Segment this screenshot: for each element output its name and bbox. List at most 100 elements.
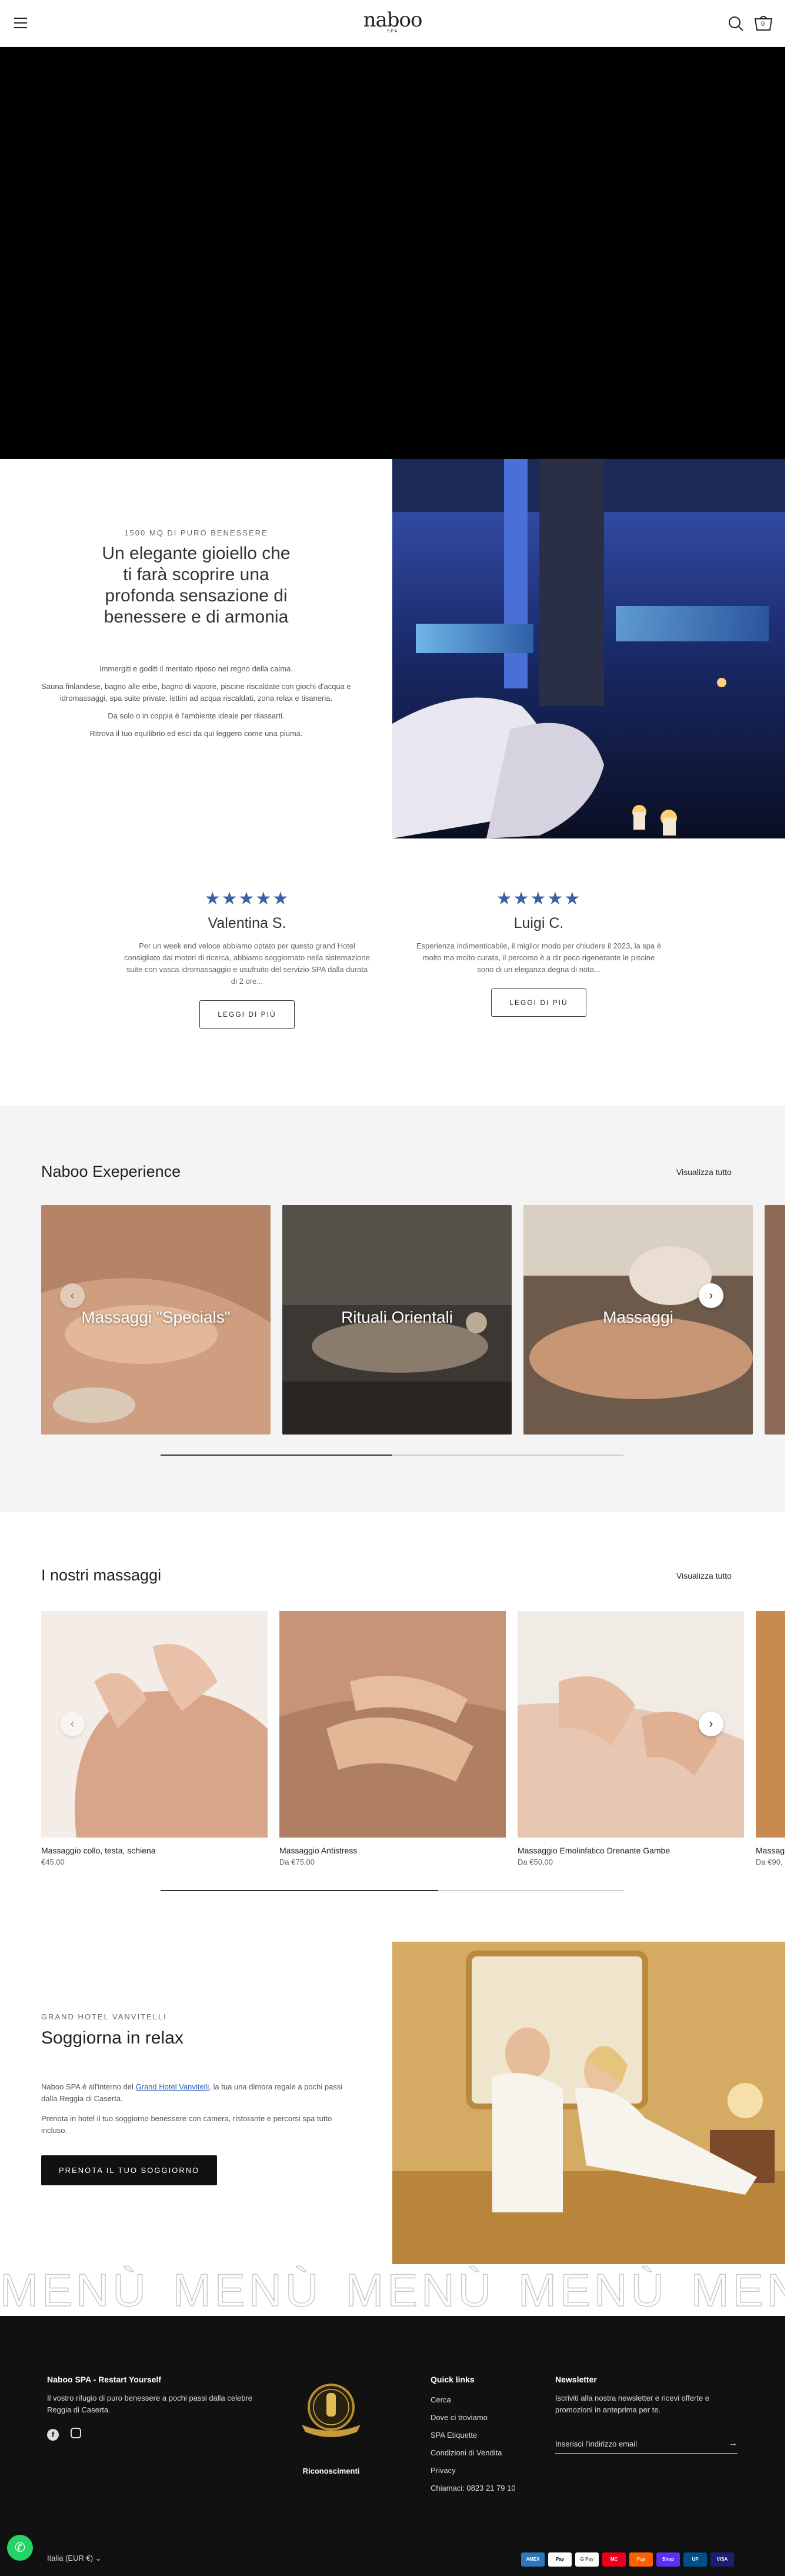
quick-links-title: Quick links [431, 2375, 475, 2384]
review-card: ★★★★★ Luigi C. Esperienza indimenticabil… [415, 888, 662, 1017]
hotel-link[interactable]: Grand Hotel Vanvitelli [136, 2082, 209, 2091]
payment-icons: AMEX Pay G Pay MC Pay Shop UP VISA [518, 2552, 734, 2567]
amex-icon: AMEX [521, 2552, 545, 2567]
apple-pay-icon: Pay [548, 2552, 572, 2567]
newsletter-email-input[interactable]: Inserisci l'indirizzo email → [555, 2438, 738, 2454]
cart-count: 0 [761, 21, 765, 28]
view-all-link[interactable]: Visualizza tutto [676, 1571, 732, 1580]
intro-paragraph: Sauna finlandese, bagno alle erbe, bagno… [41, 682, 351, 703]
hero-video[interactable] [0, 47, 785, 459]
product-price: Da €90, [756, 1858, 783, 1866]
experience-card-label: Massaggi "Specials" [81, 1308, 231, 1326]
footer-link[interactable]: SPA Etiquette [431, 2427, 516, 2444]
currency-label: Italia (EUR €) [47, 2554, 94, 2562]
intro-eyebrow: 1500 MQ DI PURO BENESSERE [124, 528, 268, 537]
intro-paragraph: Ritrova il tuo equilibrio ed esci da qui… [89, 729, 303, 738]
logo-text: naboo [363, 8, 423, 32]
marquee-text: MENÙ [518, 2264, 668, 2316]
product-card[interactable]: Massaggio Antistress Da €75,00 [279, 1611, 506, 1866]
massages-section: I nostri massaggi Visualizza tutto Massa… [0, 1512, 785, 1912]
carousel-prev-arrow[interactable]: ‹ [60, 1283, 85, 1308]
marquee-text: MENÙ [690, 2264, 785, 2316]
spa-pool-image [392, 459, 785, 838]
footer-link[interactable]: Cerca [431, 2391, 516, 2409]
product-name[interactable]: Massaggio Antistress [279, 1846, 506, 1855]
footer-link[interactable]: Condizioni di Vendita [431, 2444, 516, 2462]
award-label[interactable]: Riconoscimenti [287, 2467, 375, 2475]
review-text: Per un week end veloce abbiamo optato pe… [124, 941, 370, 986]
product-card-peek[interactable]: Massagg Da €90, [756, 1611, 785, 1866]
experience-section: Naboo Exeperience Visualizza tutto Massa… [0, 1106, 785, 1512]
carousel-next-arrow[interactable]: › [699, 1283, 723, 1308]
product-name[interactable]: Massagg [756, 1846, 785, 1855]
footer-newsletter: Newsletter Iscriviti alla nostra newslet… [555, 2375, 743, 2454]
site-logo[interactable]: naboo SPA [0, 8, 785, 34]
experience-card-label: Massaggi [603, 1308, 673, 1326]
experience-card[interactable]: Massaggi "Specials" [41, 1205, 271, 1435]
google-pay-icon: G Pay [575, 2552, 599, 2567]
footer-brand-text: Il vostro rifugio di puro benessere a po… [47, 2394, 253, 2414]
stay-section: GRAND HOTEL VANVITELLI Soggiorna in rela… [41, 2012, 347, 2185]
experience-card-label: Rituali Orientali [341, 1308, 453, 1326]
marquee-text: MENÙ [345, 2264, 495, 2316]
review-text: Esperienza indimenticabile, il miglior m… [416, 941, 662, 974]
maestro-icon: MC [602, 2552, 626, 2567]
mastercard-icon: Pay [629, 2552, 653, 2567]
carousel-next-arrow[interactable]: › [699, 1712, 723, 1736]
instagram-icon[interactable] [71, 2428, 82, 2438]
currency-selector[interactable]: Italia (EUR €) ⌄ [47, 2554, 102, 2563]
product-price: Da €75,00 [279, 1858, 315, 1866]
product-image[interactable] [756, 1611, 785, 1838]
product-price: €45,00 [41, 1858, 65, 1866]
product-name[interactable]: Massaggio collo, testa, schiena [41, 1846, 268, 1855]
menu-marquee[interactable]: MENÙ MENÙ MENÙ MENÙ MENÙ [0, 2264, 785, 2316]
read-more-button[interactable]: LEGGI DI PIÙ [199, 1000, 295, 1029]
experience-title: Naboo Exeperience [41, 1163, 181, 1180]
cart-icon[interactable]: 0 [754, 15, 773, 35]
carousel-progress[interactable] [161, 1890, 623, 1891]
product-card[interactable]: Massaggio collo, testa, schiena €45,00 [41, 1611, 268, 1866]
marquee-text: MENÙ [0, 2264, 149, 2316]
hotel-room-image [392, 1942, 785, 2264]
experience-card[interactable]: Massaggi [523, 1205, 753, 1435]
intro-section: 1500 MQ DI PURO BENESSERE Un elegante gi… [0, 459, 392, 838]
whatsapp-chat-icon[interactable]: ✆ [7, 2535, 33, 2561]
stay-paragraph: Naboo SPA è all'interno del Grand Hotel … [41, 2081, 347, 2105]
intro-title: Un elegante gioiello che ti farà scoprir… [102, 544, 291, 627]
massages-title: I nostri massaggi [41, 1566, 162, 1584]
footer-quick-links: Quick links Cerca Dove ci troviamo SPA E… [431, 2375, 516, 2497]
footer-link[interactable]: Chiamaci: 0823 21 79 10 [431, 2480, 516, 2497]
experience-card[interactable]: Rituali Orientali [282, 1205, 512, 1435]
footer-link[interactable]: Dove ci troviamo [431, 2409, 516, 2427]
search-icon[interactable] [728, 15, 744, 35]
stay-title: Soggiorna in relax [41, 2028, 184, 2048]
review-card: ★★★★★ Valentina S. Per un week end veloc… [124, 888, 371, 1029]
arrow-right-icon[interactable]: → [728, 2438, 738, 2449]
book-stay-button[interactable]: PRENOTA IL TUO SOGGIORNO [41, 2155, 218, 2185]
carousel-progress[interactable] [161, 1455, 623, 1456]
logo-subtext: SPA [386, 29, 399, 34]
marquee-text: MENÙ [172, 2264, 322, 2316]
site-footer: Naboo SPA - Restart Yourself Il vostro r… [0, 2316, 785, 2576]
visa-icon: VISA [710, 2552, 734, 2567]
product-image[interactable] [279, 1611, 506, 1838]
stay-paragraph: Prenota in hotel il tuo soggiorno beness… [41, 2114, 332, 2135]
product-card[interactable]: Massaggio Emolinfatico Drenante Gambe Da… [518, 1611, 744, 1866]
footer-brand: Naboo SPA - Restart Yourself Il vostro r… [47, 2375, 259, 2441]
facebook-icon[interactable]: f [47, 2429, 59, 2441]
read-more-button[interactable]: LEGGI DI PIÙ [491, 989, 586, 1017]
star-rating: ★★★★★ [496, 889, 582, 908]
experience-card-peek[interactable] [765, 1205, 785, 1435]
footer-link[interactable]: Privacy [431, 2462, 516, 2480]
award-badge-icon [302, 2384, 361, 2437]
review-author: Valentina S. [208, 915, 286, 931]
view-all-link[interactable]: Visualizza tutto [676, 1167, 732, 1177]
unionpay-icon: UP [683, 2552, 707, 2567]
product-name[interactable]: Massaggio Emolinfatico Drenante Gambe [518, 1846, 744, 1855]
stay-text-before: Naboo SPA è all'interno del [41, 2082, 136, 2091]
carousel-prev-arrow[interactable]: ‹ [60, 1712, 85, 1736]
shop-pay-icon: Shop [656, 2552, 680, 2567]
carousel-progress-fill [161, 1890, 439, 1891]
intro-paragraph: Da solo o in coppia è l'ambiente ideale … [108, 711, 285, 720]
newsletter-text: Iscriviti alla nostra newsletter e ricev… [555, 2394, 710, 2414]
